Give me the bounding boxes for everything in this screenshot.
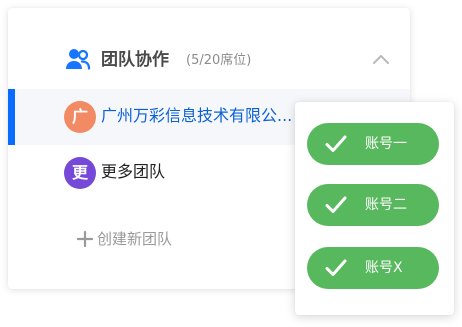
account-option-2[interactable]: 账号二 [307,184,439,226]
plus-icon [76,230,94,248]
team-avatar-more-teams: 更 [64,157,96,189]
account-option-1-label: 账号一 [365,136,407,152]
account-select-popup: 账号一 账号二 账号X [295,102,454,315]
check-icon [324,257,348,279]
team-panel-header: 团队协作 (5/20席位) [8,8,410,88]
create-team-label: 创建新团队 [97,230,173,248]
team-name-guangzhou-wancai: 广州万彩信息技术有限公... [101,106,293,125]
account-option-1[interactable]: 账号一 [307,123,439,165]
check-icon [324,194,348,216]
check-icon [324,133,348,155]
account-option-x[interactable]: 账号X [307,247,439,289]
team-collaboration-title: 团队协作 [101,50,169,70]
users-icon [65,48,91,70]
team-name-more-teams: 更多团队 [101,162,166,181]
team-seat-count: (5/20席位) [186,53,252,68]
account-option-x-label: 账号X [365,260,403,276]
team-avatar-guangzhou-wancai: 广 [64,101,96,133]
chevron-up-icon[interactable] [372,53,390,65]
account-option-2-label: 账号二 [365,197,407,213]
team-switcher-screen: 团队协作 (5/20席位) 广 广州万彩信息技术有限公... 更 更多团队 创建… [0,0,462,327]
